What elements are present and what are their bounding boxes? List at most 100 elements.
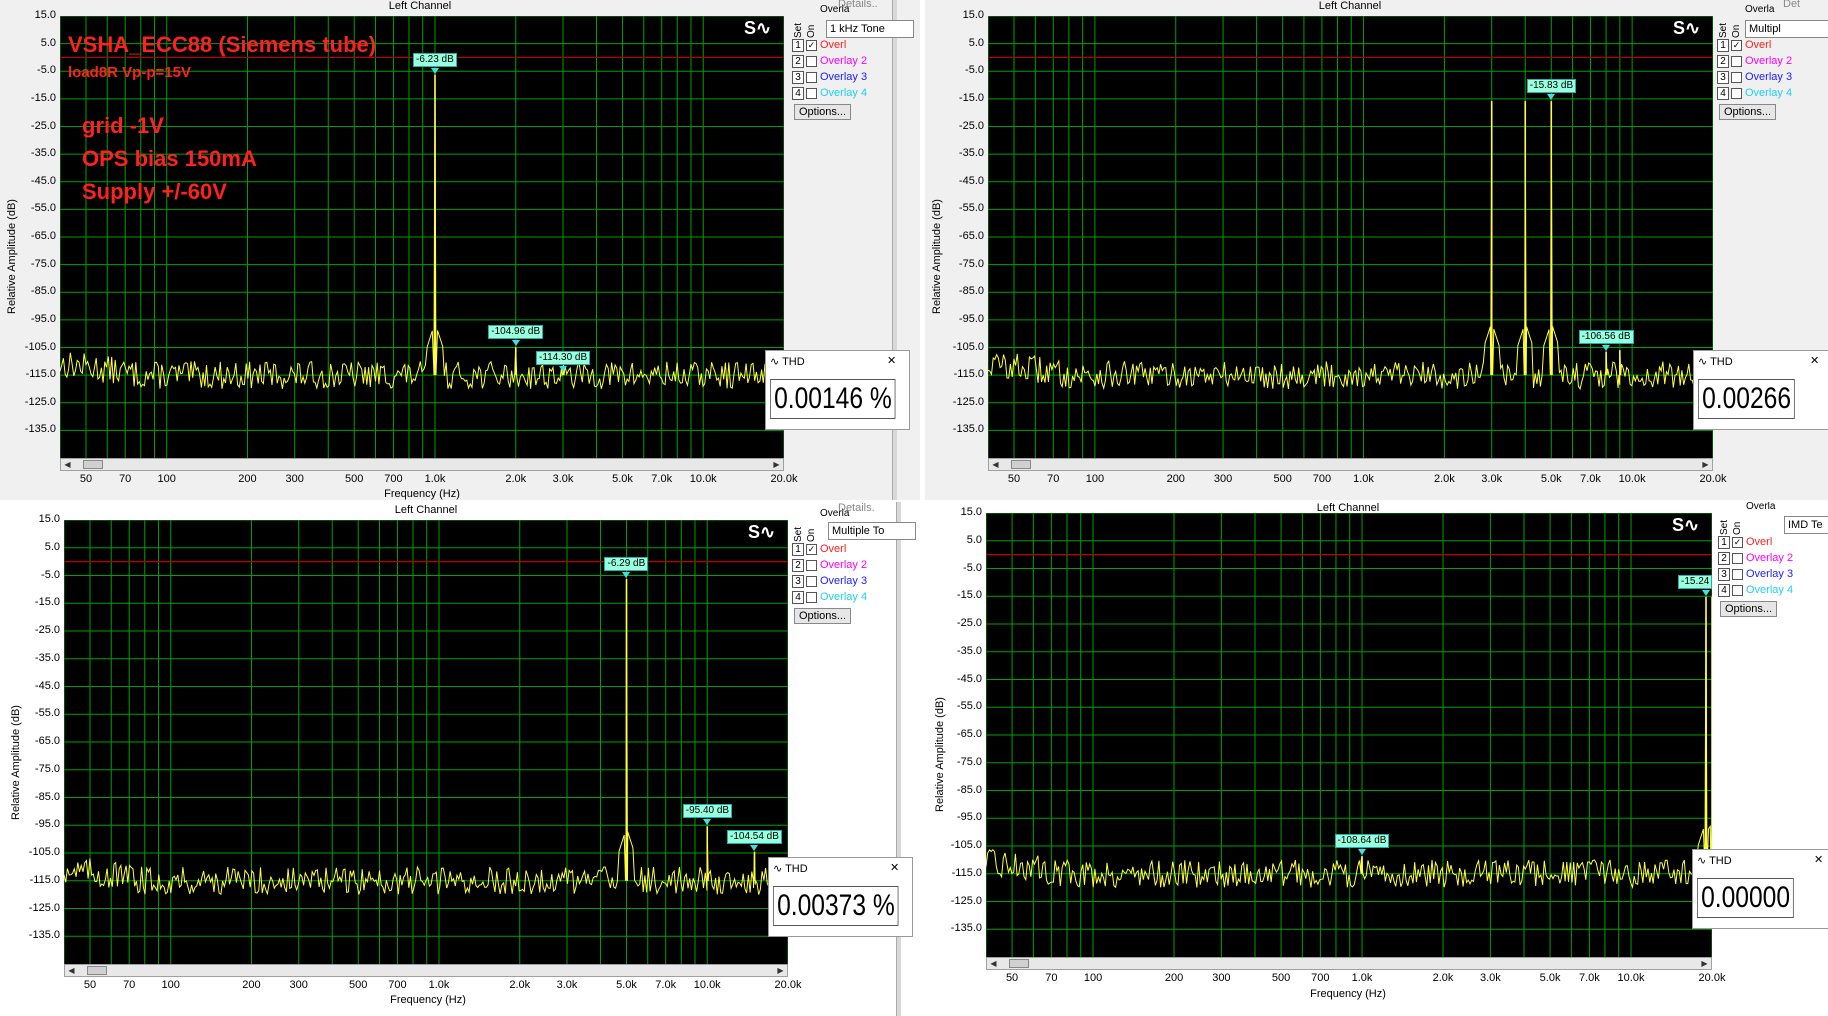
overlay-set-number[interactable]: 4 (1718, 584, 1730, 597)
thd-meter[interactable]: ∿ THD ✕ 0.00146 % (765, 350, 910, 430)
overlay-checkbox[interactable] (1731, 71, 1742, 83)
overlay-row-4[interactable]: 4 Overlay 4 (1718, 584, 1793, 597)
overlay-set-number[interactable]: 1 (1717, 39, 1729, 52)
marker-triangle-icon[interactable] (622, 572, 631, 579)
horizontal-scrollbar[interactable]: ◀ ▶ (988, 458, 1713, 471)
scroll-right-arrow-icon[interactable]: ▶ (770, 459, 783, 470)
spectrum-plot[interactable]: S∿ -108.64 dB -15.24 (986, 513, 1713, 957)
overlay-set-number[interactable]: 4 (792, 87, 804, 100)
horizontal-scrollbar[interactable]: ◀ ▶ (986, 957, 1712, 970)
overlay-row-2[interactable]: 2 Overlay 2 (1718, 552, 1793, 565)
overlay-set-number[interactable]: 3 (792, 575, 804, 588)
overlay-row-1[interactable]: 1 ✓ Overl (792, 543, 846, 556)
scroll-thumb[interactable] (1009, 959, 1029, 968)
overlay-set-number[interactable]: 1 (1718, 536, 1730, 549)
options-button[interactable]: Options... (1720, 601, 1778, 617)
overlay-row-3[interactable]: 3 Overlay 3 (1717, 71, 1792, 84)
marker-triangle-icon[interactable] (750, 844, 759, 851)
scroll-left-arrow-icon[interactable]: ◀ (987, 958, 1000, 969)
overlay-row-3[interactable]: 3 Overlay 3 (792, 71, 867, 84)
overlay-checkbox[interactable] (1731, 87, 1742, 99)
marker-label[interactable]: -108.64 dB (1334, 834, 1390, 849)
thd-meter[interactable]: ∿ THD ✕ 0.00266 (1693, 350, 1828, 430)
scroll-right-arrow-icon[interactable]: ▶ (1699, 459, 1712, 470)
measurement-select[interactable]: 1 kHz Tone (826, 20, 914, 38)
overlay-set-number[interactable]: 1 (792, 39, 804, 52)
spectrum-plot[interactable]: S∿ -15.83 dB -106.56 dB (988, 16, 1713, 458)
close-icon[interactable]: ✕ (887, 354, 896, 367)
close-icon[interactable]: ✕ (890, 861, 899, 874)
overlay-row-4[interactable]: 4 Overlay 4 (792, 591, 867, 604)
overlay-row-1[interactable]: 1 ✓ Overl (1718, 536, 1772, 549)
overlay-checkbox[interactable]: ✓ (806, 543, 817, 555)
marker-triangle-icon[interactable] (1702, 589, 1710, 596)
overlay-set-number[interactable]: 4 (792, 591, 804, 604)
overlay-set-number[interactable]: 1 (792, 543, 804, 556)
horizontal-scrollbar[interactable]: ◀ ▶ (60, 458, 784, 471)
options-button[interactable]: Options... (794, 104, 852, 120)
thd-meter[interactable]: ∿ THD ✕ 0.00373 % (768, 857, 913, 937)
marker-label[interactable]: -15.83 dB (1526, 79, 1577, 94)
overlay-checkbox[interactable]: ✓ (1732, 536, 1743, 548)
overlay-set-number[interactable]: 3 (792, 71, 804, 84)
measurement-select[interactable]: Multipl (1745, 20, 1828, 38)
overlay-row-3[interactable]: 3 Overlay 3 (792, 575, 867, 588)
marker-triangle-icon[interactable] (1547, 94, 1556, 101)
spectrum-plot[interactable]: S∿ -6.23 dB -104.96 dB -114.30 dB (60, 16, 784, 458)
generator-icon[interactable]: S∿ (1673, 18, 1700, 39)
options-button[interactable]: Options... (1719, 104, 1777, 120)
overlay-checkbox[interactable] (806, 591, 817, 603)
marker-label[interactable]: -106.56 dB (1578, 329, 1634, 344)
scroll-left-arrow-icon[interactable]: ◀ (65, 965, 78, 976)
overlay-set-number[interactable]: 4 (1717, 87, 1729, 100)
overlay-set-number[interactable]: 3 (1718, 568, 1730, 581)
overlay-row-2[interactable]: 2 Overlay 2 (792, 55, 867, 68)
options-button[interactable]: Options... (794, 608, 852, 624)
marker-label[interactable]: -114.30 dB (535, 351, 591, 366)
generator-icon[interactable]: S∿ (744, 18, 771, 39)
overlay-checkbox[interactable] (806, 575, 817, 587)
generator-icon[interactable]: S∿ (1672, 515, 1699, 536)
marker-label[interactable]: -6.23 dB (412, 52, 457, 67)
measurement-select[interactable]: Multiple To (828, 522, 916, 540)
marker-triangle-icon[interactable] (703, 819, 712, 826)
overlay-checkbox[interactable] (806, 71, 817, 83)
scroll-right-arrow-icon[interactable]: ▶ (1698, 958, 1711, 969)
scroll-left-arrow-icon[interactable]: ◀ (61, 459, 74, 470)
measurement-select[interactable]: IMD Te (1784, 516, 1828, 534)
generator-icon[interactable]: S∿ (748, 522, 775, 543)
overlay-set-number[interactable]: 2 (792, 55, 804, 68)
spectrum-plot[interactable]: S∿ -6.29 dB -95.40 dB -104.54 dB (64, 520, 788, 964)
details-button[interactable]: Details. (838, 502, 875, 514)
overlay-set-number[interactable]: 2 (792, 559, 804, 572)
overlay-checkbox[interactable] (806, 559, 817, 571)
overlay-row-4[interactable]: 4 Overlay 4 (1717, 87, 1792, 100)
scroll-right-arrow-icon[interactable]: ▶ (774, 965, 787, 976)
overlay-checkbox[interactable] (1732, 552, 1743, 564)
scroll-thumb[interactable] (83, 460, 103, 469)
overlay-checkbox[interactable] (1732, 584, 1743, 596)
close-icon[interactable]: ✕ (1810, 354, 1819, 367)
details-button[interactable]: Det (1783, 0, 1800, 10)
marker-label[interactable]: -6.29 dB (604, 557, 649, 572)
marker-triangle-icon[interactable] (558, 366, 567, 373)
thd-meter[interactable]: ∿ THD ✕ 0.00000 (1692, 849, 1828, 929)
overlay-checkbox[interactable]: ✓ (1731, 39, 1742, 51)
overlay-row-1[interactable]: 1 ✓ Overl (1717, 39, 1771, 52)
marker-triangle-icon[interactable] (511, 340, 520, 347)
details-button[interactable]: Details.. (838, 0, 878, 10)
overlay-checkbox[interactable] (806, 87, 817, 99)
marker-label[interactable]: -15.24 (1678, 574, 1713, 589)
close-icon[interactable]: ✕ (1814, 853, 1823, 866)
overlay-row-4[interactable]: 4 Overlay 4 (792, 87, 867, 100)
scroll-thumb[interactable] (1011, 460, 1031, 469)
marker-triangle-icon[interactable] (1602, 344, 1611, 351)
scroll-left-arrow-icon[interactable]: ◀ (989, 459, 1002, 470)
overlay-set-number[interactable]: 2 (1718, 552, 1730, 565)
overlay-checkbox[interactable]: ✓ (806, 39, 817, 51)
marker-triangle-icon[interactable] (430, 67, 439, 74)
splitter[interactable] (896, 502, 901, 1016)
overlay-set-number[interactable]: 3 (1717, 71, 1729, 84)
overlay-checkbox[interactable] (1731, 55, 1742, 67)
overlay-row-2[interactable]: 2 Overlay 2 (1717, 55, 1792, 68)
